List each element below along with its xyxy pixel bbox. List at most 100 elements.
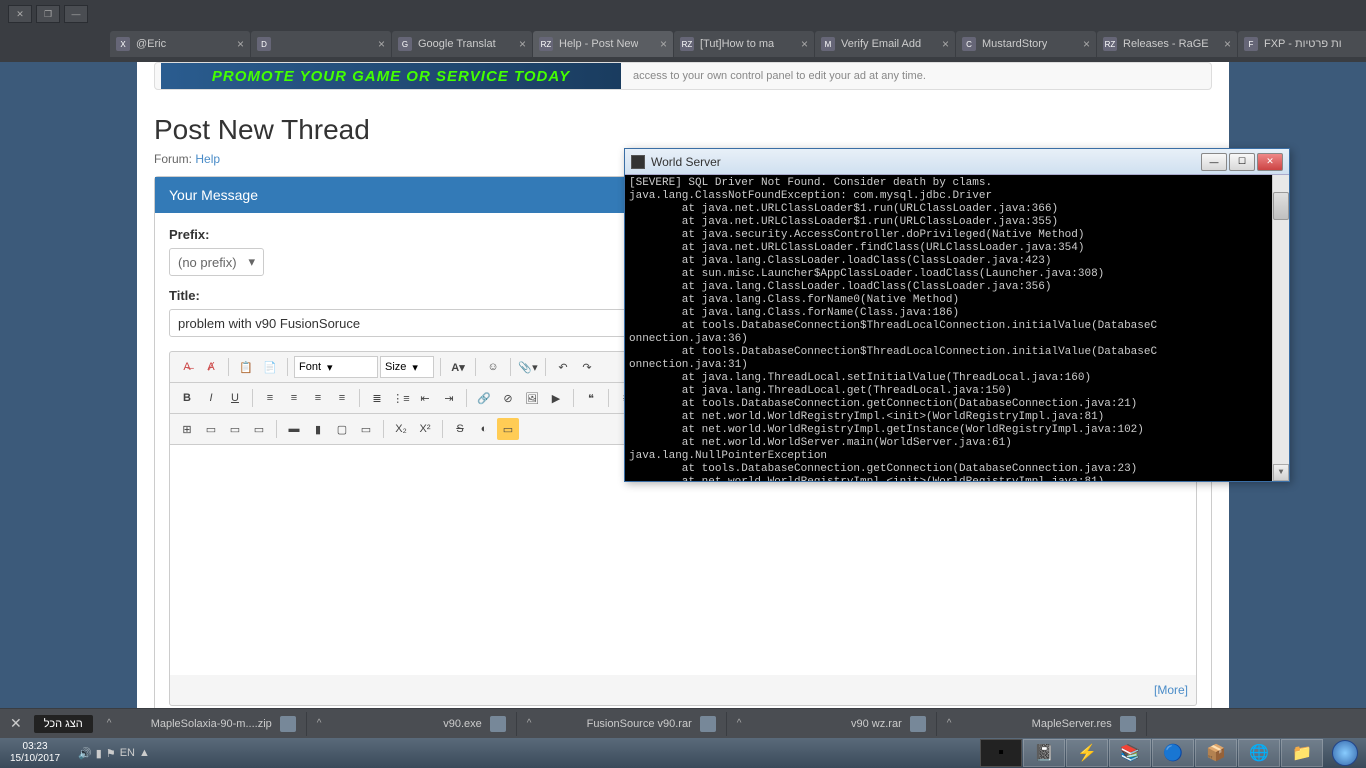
tab-close-icon[interactable]: × — [660, 37, 667, 51]
console-maximize-button[interactable]: ☐ — [1229, 153, 1255, 171]
download-item[interactable]: ^v90 wz.rar — [727, 712, 937, 736]
text-color-icon[interactable]: A▾ — [447, 356, 469, 378]
taskbar-clock[interactable]: 03:23 15/10/2017 — [0, 741, 70, 765]
browser-tab[interactable]: RZ[Tut]How to ma× — [674, 31, 814, 57]
smilies-icon[interactable]: ☺ — [482, 356, 504, 378]
start-button[interactable] — [1324, 739, 1366, 767]
remove-format-icon[interactable]: A̶ — [176, 356, 198, 378]
image-icon[interactable]: 🖼 — [521, 387, 543, 409]
box3-icon[interactable]: ▭ — [248, 418, 270, 440]
table-icon[interactable]: ⊞ — [176, 418, 198, 440]
tab-close-icon[interactable]: × — [1224, 37, 1231, 51]
paste-icon[interactable]: 📋 — [235, 356, 257, 378]
size-select[interactable]: Size▾ — [380, 356, 434, 378]
download-item[interactable]: ^MapleServer.res — [937, 712, 1147, 736]
more-link[interactable]: [More] — [1154, 683, 1188, 697]
box2-icon[interactable]: ▭ — [224, 418, 246, 440]
browser-tab[interactable]: RZReleases - RaGE× — [1097, 31, 1237, 57]
col-icon[interactable]: ▮ — [307, 418, 329, 440]
font-select[interactable]: Font▾ — [294, 356, 378, 378]
window-minimize-icon[interactable]: — — [64, 5, 88, 23]
taskbar-explorer-icon[interactable]: 📁 — [1281, 739, 1323, 767]
download-item[interactable]: ^FusionSource v90.rar — [517, 712, 727, 736]
chevron-up-icon[interactable]: ^ — [737, 718, 742, 729]
switch-editor-icon[interactable]: Ⱥ — [200, 356, 222, 378]
flag-icon[interactable]: ⚑ — [106, 747, 116, 760]
taskbar-chrome-icon[interactable]: 🌐 — [1238, 739, 1280, 767]
strike-icon[interactable]: S — [449, 418, 471, 440]
redo-icon[interactable]: ↷ — [576, 356, 598, 378]
download-showall-button[interactable]: הצג הכל — [34, 715, 93, 733]
underline-icon[interactable]: U — [224, 387, 246, 409]
ad-banner[interactable]: PROMOTE YOUR GAME OR SERVICE TODAY acces… — [154, 62, 1212, 90]
browser-tab[interactable]: GGoogle Translat× — [392, 31, 532, 57]
console-close-button[interactable]: ✕ — [1257, 153, 1283, 171]
align-right-icon[interactable]: ≡ — [307, 387, 329, 409]
download-item[interactable]: ^MapleSolaxia-90-m....zip — [97, 712, 307, 736]
scroll-down-icon[interactable]: ▼ — [1273, 464, 1289, 481]
tab-close-icon[interactable]: × — [519, 37, 526, 51]
subscript-icon[interactable]: X₂ — [390, 418, 412, 440]
tab-close-icon[interactable]: × — [378, 37, 385, 51]
align-justify-icon[interactable]: ≡ — [331, 387, 353, 409]
taskbar-teamviewer-icon[interactable]: 🔵 — [1152, 739, 1194, 767]
console-window[interactable]: World Server — ☐ ✕ [SEVERE] SQL Driver N… — [624, 148, 1290, 482]
network-icon[interactable]: ▮ — [96, 747, 102, 760]
italic-icon[interactable]: I — [200, 387, 222, 409]
row-icon[interactable]: ▬ — [283, 418, 305, 440]
window-close-icon[interactable]: ✕ — [8, 5, 32, 23]
link-icon[interactable]: 🔗 — [473, 387, 495, 409]
undo-icon[interactable]: ↶ — [552, 356, 574, 378]
scroll-thumb[interactable] — [1273, 192, 1289, 220]
indent-icon[interactable]: ⇥ — [438, 387, 460, 409]
taskbar-winrar-icon[interactable]: 📚 — [1109, 739, 1151, 767]
quote-icon[interactable]: ❝ — [580, 387, 602, 409]
tray-chevron-icon[interactable]: ▲ — [139, 747, 150, 759]
chevron-up-icon[interactable]: ^ — [527, 718, 532, 729]
taskbar-box-icon[interactable]: 📦 — [1195, 739, 1237, 767]
browser-tab[interactable]: X@Eric× — [110, 31, 250, 57]
console-minimize-button[interactable]: — — [1201, 153, 1227, 171]
taskbar-notepad-icon[interactable]: 📓 — [1023, 739, 1065, 767]
highlight-icon[interactable]: ▭ — [497, 418, 519, 440]
align-center-icon[interactable]: ≡ — [283, 387, 305, 409]
window-restore-icon[interactable]: ❐ — [36, 5, 60, 23]
console-output[interactable]: [SEVERE] SQL Driver Not Found. Consider … — [625, 175, 1289, 481]
volume-icon[interactable]: 🔊 — [78, 747, 92, 760]
bold-icon[interactable]: B — [176, 387, 198, 409]
attach-icon[interactable]: 📎▾ — [517, 356, 539, 378]
tab-close-icon[interactable]: × — [942, 37, 949, 51]
browser-tab[interactable]: FFXP - ות פרטיות× — [1238, 31, 1366, 57]
merge-icon[interactable]: ▭ — [355, 418, 377, 440]
browser-tab[interactable]: D× — [251, 31, 391, 57]
unordered-list-icon[interactable]: ⋮≡ — [390, 387, 412, 409]
browser-tab[interactable]: MVerify Email Add× — [815, 31, 955, 57]
taskbar-cmd-icon[interactable]: ▪ — [980, 739, 1022, 767]
browser-tab[interactable]: CMustardStory× — [956, 31, 1096, 57]
lang-indicator[interactable]: EN — [120, 747, 135, 759]
tab-close-icon[interactable]: × — [1083, 37, 1090, 51]
taskbar-flash-icon[interactable]: ⚡ — [1066, 739, 1108, 767]
console-scrollbar[interactable]: ▲ ▼ — [1272, 175, 1289, 481]
download-close-icon[interactable]: ✕ — [10, 715, 22, 732]
ordered-list-icon[interactable]: ≣ — [366, 387, 388, 409]
chevron-up-icon[interactable]: ^ — [107, 718, 112, 729]
box1-icon[interactable]: ▭ — [200, 418, 222, 440]
unlink-icon[interactable]: ⊘ — [497, 387, 519, 409]
tab-close-icon[interactable]: × — [801, 37, 808, 51]
tab-close-icon[interactable]: × — [237, 37, 244, 51]
video-icon[interactable]: ▶ — [545, 387, 567, 409]
browser-tab[interactable]: RZHelp - Post New× — [533, 31, 673, 57]
spoiler-icon[interactable]: ◐ — [473, 418, 495, 440]
align-left-icon[interactable]: ≡ — [259, 387, 281, 409]
cell-icon[interactable]: ▢ — [331, 418, 353, 440]
chevron-up-icon[interactable]: ^ — [947, 718, 952, 729]
prefix-select[interactable]: (no prefix)▾ — [169, 248, 264, 276]
chevron-up-icon[interactable]: ^ — [317, 718, 322, 729]
forum-help-link[interactable]: Help — [195, 152, 220, 166]
superscript-icon[interactable]: X² — [414, 418, 436, 440]
download-item[interactable]: ^v90.exe — [307, 712, 517, 736]
outdent-icon[interactable]: ⇤ — [414, 387, 436, 409]
console-titlebar[interactable]: World Server — ☐ ✕ — [625, 149, 1289, 175]
paste-word-icon[interactable]: 📄 — [259, 356, 281, 378]
